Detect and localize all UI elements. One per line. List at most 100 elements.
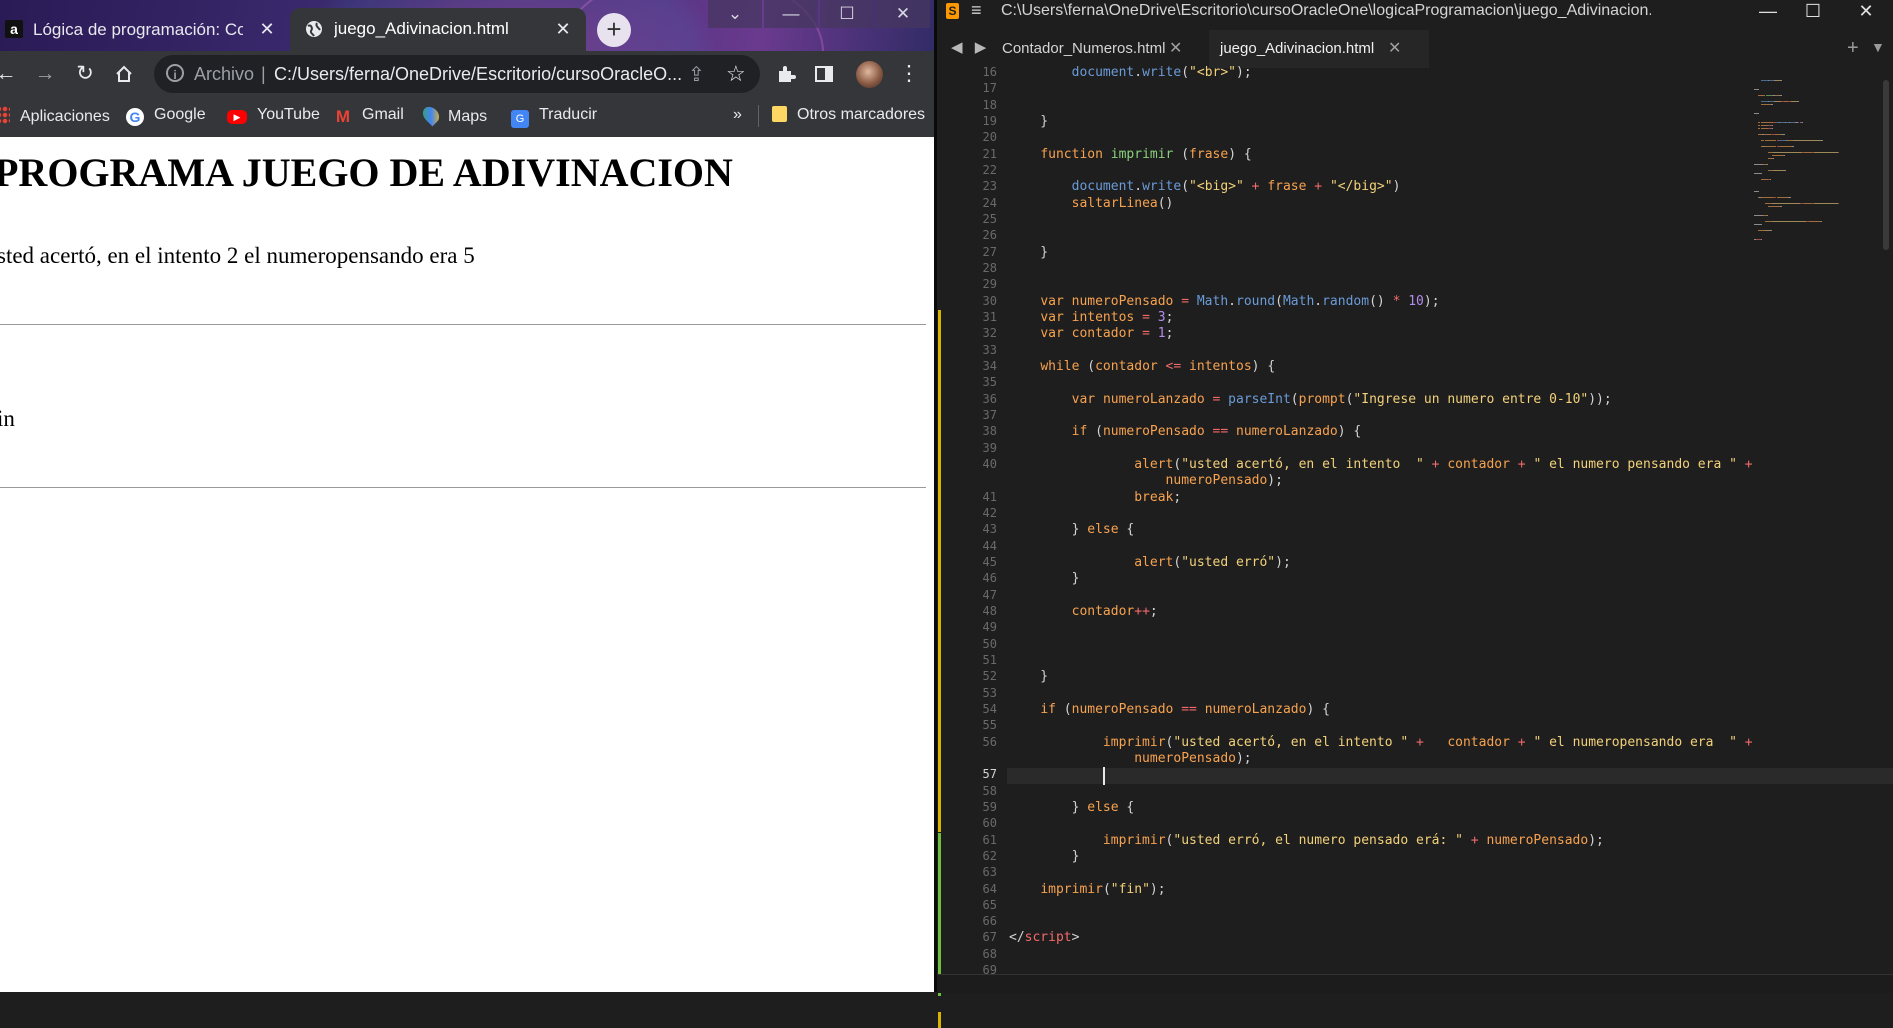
- code-token: contador: [1447, 456, 1510, 472]
- tab-search-button[interactable]: ⌄: [708, 0, 762, 28]
- editor-tab-bar: ◀ ▶ Contador_Numeros.html ✕ juego_Adivin…: [937, 30, 1893, 68]
- code-token: " el numeropensando era ": [1533, 734, 1737, 750]
- tab-nav-arrows-icon[interactable]: ◀ ▶: [951, 38, 990, 56]
- code-token: else: [1087, 522, 1119, 538]
- new-tab-button[interactable]: +: [597, 13, 631, 47]
- code-token: </: [1009, 930, 1025, 946]
- minimap[interactable]: [1754, 70, 1882, 270]
- maximize-button[interactable]: ☐: [820, 0, 874, 28]
- minimap-line: [1837, 203, 1840, 204]
- code-token: imprimir: [1110, 146, 1174, 162]
- editor-tab-label: Contador_Numeros.html: [1002, 40, 1166, 57]
- code-token: "<br>": [1189, 65, 1237, 80]
- minimap-line: [1837, 152, 1840, 153]
- profile-avatar[interactable]: [856, 61, 883, 88]
- code-line: var contador = 1;: [1009, 326, 1173, 341]
- maximize-button[interactable]: ☐: [1790, 0, 1836, 24]
- editor-tab-juego[interactable]: juego_Adivinacion.html ✕: [1209, 30, 1429, 68]
- code-token: var: [1040, 309, 1064, 325]
- minimap-line: [1804, 152, 1812, 153]
- code-line: } else {: [1009, 522, 1135, 538]
- side-panel-icon[interactable]: [814, 64, 834, 84]
- minimap-line: [1763, 134, 1772, 135]
- bookmark-aplicaciones[interactable]: Aplicaciones: [0, 106, 110, 126]
- minimap-line: [1761, 101, 1769, 102]
- editor-tab-contador[interactable]: Contador_Numeros.html ✕: [997, 30, 1207, 68]
- bookmark-traducir[interactable]: G Traducir: [511, 106, 597, 128]
- code-area[interactable]: document.write("<br>"); } function impri…: [937, 65, 1893, 992]
- code-token: "<big>": [1189, 179, 1244, 195]
- browser-tab-juego[interactable]: juego_Adivinacion.html ✕: [290, 8, 586, 51]
- scrollbar-thumb[interactable]: [1883, 80, 1889, 250]
- reload-icon[interactable]: ↻: [73, 62, 97, 86]
- address-url[interactable]: C:/Users/ferna/OneDrive/Escritorio/curso…: [274, 64, 694, 85]
- home-icon[interactable]: [114, 64, 134, 84]
- tab-close-icon[interactable]: ✕: [552, 18, 574, 40]
- code-token: (): [1369, 293, 1393, 309]
- address-bar[interactable]: i Archivo | C:/Users/ferna/OneDrive/Escr…: [154, 55, 760, 93]
- code-line: break;: [1009, 490, 1181, 505]
- browser-tab-logica[interactable]: a Lógica de programación: Conce ✕: [0, 11, 282, 49]
- bookmark-maps[interactable]: Maps: [419, 103, 487, 127]
- minimap-line: [1754, 215, 1763, 216]
- minimap-line: [1798, 101, 1800, 102]
- code-token: random: [1322, 293, 1370, 309]
- code-token: (): [1157, 195, 1174, 211]
- minimap-line: [1757, 122, 1761, 123]
- code-token: contador: [1447, 734, 1510, 750]
- code-token: (: [1055, 701, 1072, 717]
- share-icon[interactable]: ⇪: [688, 62, 705, 87]
- code-token: frase: [1189, 146, 1229, 162]
- code-line: saltarLinea(): [1009, 195, 1174, 211]
- minimap-line: [1766, 164, 1769, 165]
- code-token: document: [1071, 65, 1135, 80]
- tab-close-icon[interactable]: ✕: [1388, 38, 1401, 58]
- close-window-button[interactable]: ✕: [1843, 0, 1889, 24]
- tab-menu-icon[interactable]: ▼: [1871, 39, 1885, 55]
- hamburger-menu-icon[interactable]: ≡: [971, 0, 982, 21]
- code-token: ==: [1204, 424, 1236, 440]
- address-scheme-label: Archivo: [194, 64, 255, 84]
- tab-favicon-a: a: [5, 20, 23, 38]
- bookmark-google[interactable]: G Google: [126, 106, 206, 126]
- code-token: imprimir: [1040, 881, 1103, 897]
- code-token: var: [1040, 326, 1064, 342]
- bookmarks-overflow-button[interactable]: »: [733, 106, 742, 124]
- tab-title: juego_Adivinacion.html: [334, 19, 509, 38]
- minimap-line: [1754, 164, 1763, 165]
- minimap-line: [1820, 140, 1824, 141]
- code-line: imprimir("fin");: [1009, 881, 1165, 897]
- sublime-logo-icon: S: [946, 3, 959, 19]
- extensions-icon[interactable]: [775, 63, 797, 85]
- code-token: =: [1173, 293, 1197, 309]
- bookmark-gmail[interactable]: M Gmail: [334, 106, 404, 126]
- tab-close-icon[interactable]: ✕: [256, 18, 278, 40]
- minimize-button[interactable]: —: [764, 0, 818, 28]
- code-line: var numeroLanzado = parseInt(prompt("Ing…: [1009, 392, 1612, 407]
- code-editor[interactable]: 16 17 18 19 20 21 22 23 24 25 26 27 28 29 30 31 32 33 34 35…: [937, 65, 1893, 1028]
- bookmark-star-icon[interactable]: ☆: [726, 61, 746, 87]
- bookmark-youtube[interactable]: ▶ YouTube: [227, 106, 320, 124]
- other-bookmarks-folder[interactable]: Otros marcadores: [772, 106, 925, 124]
- editor-title-path: C:\Users\ferna\OneDrive\Escritorio\curso…: [1001, 2, 1651, 19]
- code-token: 3: [1157, 309, 1166, 325]
- back-icon[interactable]: ←: [0, 62, 18, 86]
- minimap-line: [1783, 155, 1786, 156]
- info-icon[interactable]: i: [166, 64, 184, 82]
- close-window-button[interactable]: ✕: [876, 0, 930, 28]
- code-token: +: [1736, 734, 1753, 750]
- minimize-button[interactable]: —: [1745, 0, 1791, 24]
- forward-icon[interactable]: →: [33, 62, 57, 86]
- new-tab-button[interactable]: +: [1847, 37, 1859, 60]
- menu-dots-icon[interactable]: ⋮: [897, 62, 921, 86]
- code-token: round: [1236, 293, 1276, 309]
- tab-close-icon[interactable]: ✕: [1169, 38, 1182, 58]
- code-token: else: [1087, 799, 1119, 815]
